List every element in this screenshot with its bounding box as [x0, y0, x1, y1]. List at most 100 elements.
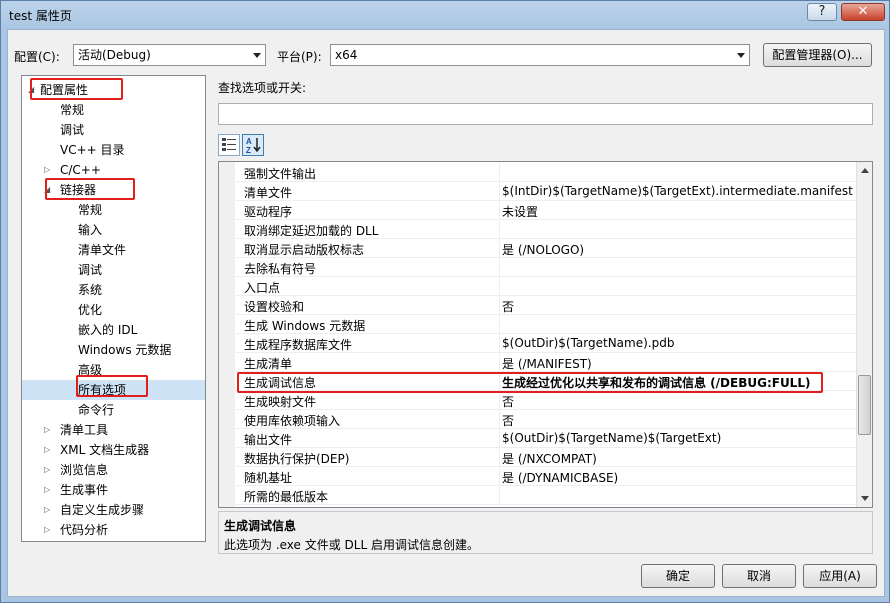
property-value[interactable]: 否 — [502, 393, 514, 410]
window-title: test 属性页 — [9, 9, 72, 23]
svg-text:A: A — [246, 137, 252, 146]
property-grid: 强制文件输出 清单文件 $(IntDir)$(TargetName)$(Target… — [218, 161, 873, 508]
column-divider — [499, 429, 500, 448]
search-input[interactable] — [218, 103, 873, 125]
description-text: 此选项为 .exe 文件或 DLL 启用调试信息创建。 — [224, 538, 479, 552]
column-divider — [499, 220, 500, 239]
property-name: 所需的最低版本 — [244, 490, 329, 504]
property-row[interactable]: 生成 Windows 元数据 — [235, 315, 857, 334]
scroll-down-icon[interactable] — [861, 496, 869, 501]
tree-item-label: 清单文件 — [78, 243, 127, 257]
property-name: 入口点 — [244, 281, 281, 295]
apply-button[interactable]: 应用(A) — [803, 564, 877, 588]
property-tree: ◢ 配置属性 常规 调试 VC++ 目录 ▷ C/C++ ◢ 链接器 常规 输入 清单文件 调试 系统 优化… — [21, 75, 206, 542]
property-row[interactable]: 设置校验和 否 — [235, 296, 857, 315]
property-value[interactable]: 否 — [502, 412, 514, 429]
property-row[interactable]: 所需的最低版本 — [235, 486, 857, 505]
property-row[interactable]: 生成清单 是 (/MANIFEST) — [235, 353, 857, 372]
tree-item-label: 代码分析 — [60, 523, 109, 537]
property-name: 数据执行保护(DEP) — [244, 452, 350, 466]
column-divider — [499, 277, 500, 296]
column-divider — [499, 296, 500, 315]
property-name: 设置校验和 — [244, 300, 305, 314]
tree-item-label: 调试 — [78, 263, 103, 277]
column-divider — [499, 334, 500, 353]
column-divider — [499, 353, 500, 372]
tree-item-label: 系统 — [78, 283, 103, 297]
property-row[interactable]: 强制文件输出 — [235, 163, 857, 182]
collapsed-arrow-icon[interactable]: ▷ — [44, 160, 50, 180]
property-row[interactable]: 使用库依赖项输入 否 — [235, 410, 857, 429]
sort-az-icon: A Z — [246, 137, 261, 155]
property-row[interactable]: 驱动程序 未设置 — [235, 201, 857, 220]
column-divider — [499, 448, 500, 467]
property-value[interactable]: 未设置 — [502, 203, 538, 220]
property-value[interactable]: 是 (/NXCOMPAT) — [502, 450, 597, 467]
property-row[interactable]: 去除私有符号 — [235, 258, 857, 277]
property-value[interactable]: $(OutDir)$(TargetName)$(TargetExt) — [502, 431, 721, 445]
scroll-up-icon[interactable] — [861, 168, 869, 173]
tree-item-label: 清单工具 — [60, 423, 109, 437]
property-name: 生成 Windows 元数据 — [244, 319, 366, 333]
platform-select[interactable]: x64 — [330, 44, 750, 66]
column-divider — [499, 258, 500, 277]
alphabetical-view-button[interactable]: A Z — [242, 134, 264, 156]
config-label: 配置(C): — [14, 50, 60, 64]
property-value[interactable]: $(OutDir)$(TargetName).pdb — [502, 336, 674, 350]
tree-item-label: 常规 — [78, 203, 103, 217]
property-value[interactable]: 是 (/DYNAMICBASE) — [502, 469, 618, 486]
column-divider — [499, 391, 500, 410]
tree-item-label: Windows 元数据 — [78, 343, 172, 357]
platform-select-value: x64 — [335, 48, 358, 62]
property-value[interactable]: 是 (/NOLOGO) — [502, 241, 584, 258]
close-button[interactable]: ✕ — [841, 3, 885, 21]
collapsed-arrow-icon[interactable]: ▷ — [44, 440, 50, 460]
config-manager-button[interactable]: 配置管理器(O)... — [763, 43, 872, 67]
property-value[interactable]: 否 — [502, 298, 514, 315]
ok-button[interactable]: 确定 — [641, 564, 715, 588]
property-row[interactable]: 输出文件 $(OutDir)$(TargetName)$(TargetExt) — [235, 429, 857, 448]
property-row[interactable]: 数据执行保护(DEP) 是 (/NXCOMPAT) — [235, 448, 857, 467]
column-divider — [499, 239, 500, 258]
platform-label: 平台(P): — [277, 50, 322, 64]
config-select[interactable]: 活动(Debug) — [73, 44, 266, 66]
property-row[interactable]: 生成映射文件 否 — [235, 391, 857, 410]
column-divider — [499, 163, 500, 182]
highlight-box-linker — [45, 178, 135, 200]
scroll-thumb[interactable] — [858, 375, 871, 435]
property-value[interactable]: 是 (/MANIFEST) — [502, 355, 592, 372]
property-name: 去除私有符号 — [244, 262, 317, 276]
property-value[interactable]: $(IntDir)$(TargetName)$(TargetExt).inter… — [502, 184, 853, 198]
description-panel: 生成调试信息 此选项为 .exe 文件或 DLL 启用调试信息创建。 — [218, 511, 873, 554]
property-row[interactable]: 取消显示启动版权标志 是 (/NOLOGO) — [235, 239, 857, 258]
collapsed-arrow-icon[interactable]: ▷ — [44, 460, 50, 480]
properties-dialog: test 属性页 ? ✕ 配置(C): 活动(Debug) 平台(P): x64… — [0, 0, 890, 603]
categorized-view-button[interactable] — [218, 134, 240, 156]
column-divider — [499, 486, 500, 505]
cancel-button[interactable]: 取消 — [722, 564, 796, 588]
description-title: 生成调试信息 — [224, 519, 297, 533]
tree-item-label: 嵌入的 IDL — [78, 323, 138, 337]
collapsed-arrow-icon[interactable]: ▷ — [44, 520, 50, 540]
property-row[interactable]: 取消绑定延迟加载的 DLL — [235, 220, 857, 239]
collapsed-arrow-icon[interactable]: ▷ — [44, 480, 50, 500]
search-label: 查找选项或开关: — [218, 81, 307, 95]
chevron-down-icon — [253, 53, 261, 58]
property-row[interactable]: 清单文件 $(IntDir)$(TargetName)$(TargetExt).i… — [235, 182, 857, 201]
categorized-icon — [222, 138, 236, 151]
collapsed-arrow-icon[interactable]: ▷ — [44, 420, 50, 440]
column-divider — [499, 315, 500, 334]
svg-text:Z: Z — [246, 146, 251, 155]
column-divider — [499, 467, 500, 486]
property-row[interactable]: 随机基址 是 (/DYNAMICBASE) — [235, 467, 857, 486]
collapsed-arrow-icon[interactable]: ▷ — [44, 500, 50, 520]
tree-item-label: C/C++ — [60, 163, 101, 177]
tree-item-label: 生成事件 — [60, 483, 109, 497]
property-row[interactable]: 入口点 — [235, 277, 857, 296]
help-button[interactable]: ? — [807, 3, 837, 21]
grid-scrollbar[interactable] — [856, 162, 872, 507]
chevron-down-icon — [737, 53, 745, 58]
column-divider — [499, 201, 500, 220]
property-row[interactable]: 生成程序数据库文件 $(OutDir)$(TargetName).pdb — [235, 334, 857, 353]
property-name: 输出文件 — [244, 433, 293, 447]
